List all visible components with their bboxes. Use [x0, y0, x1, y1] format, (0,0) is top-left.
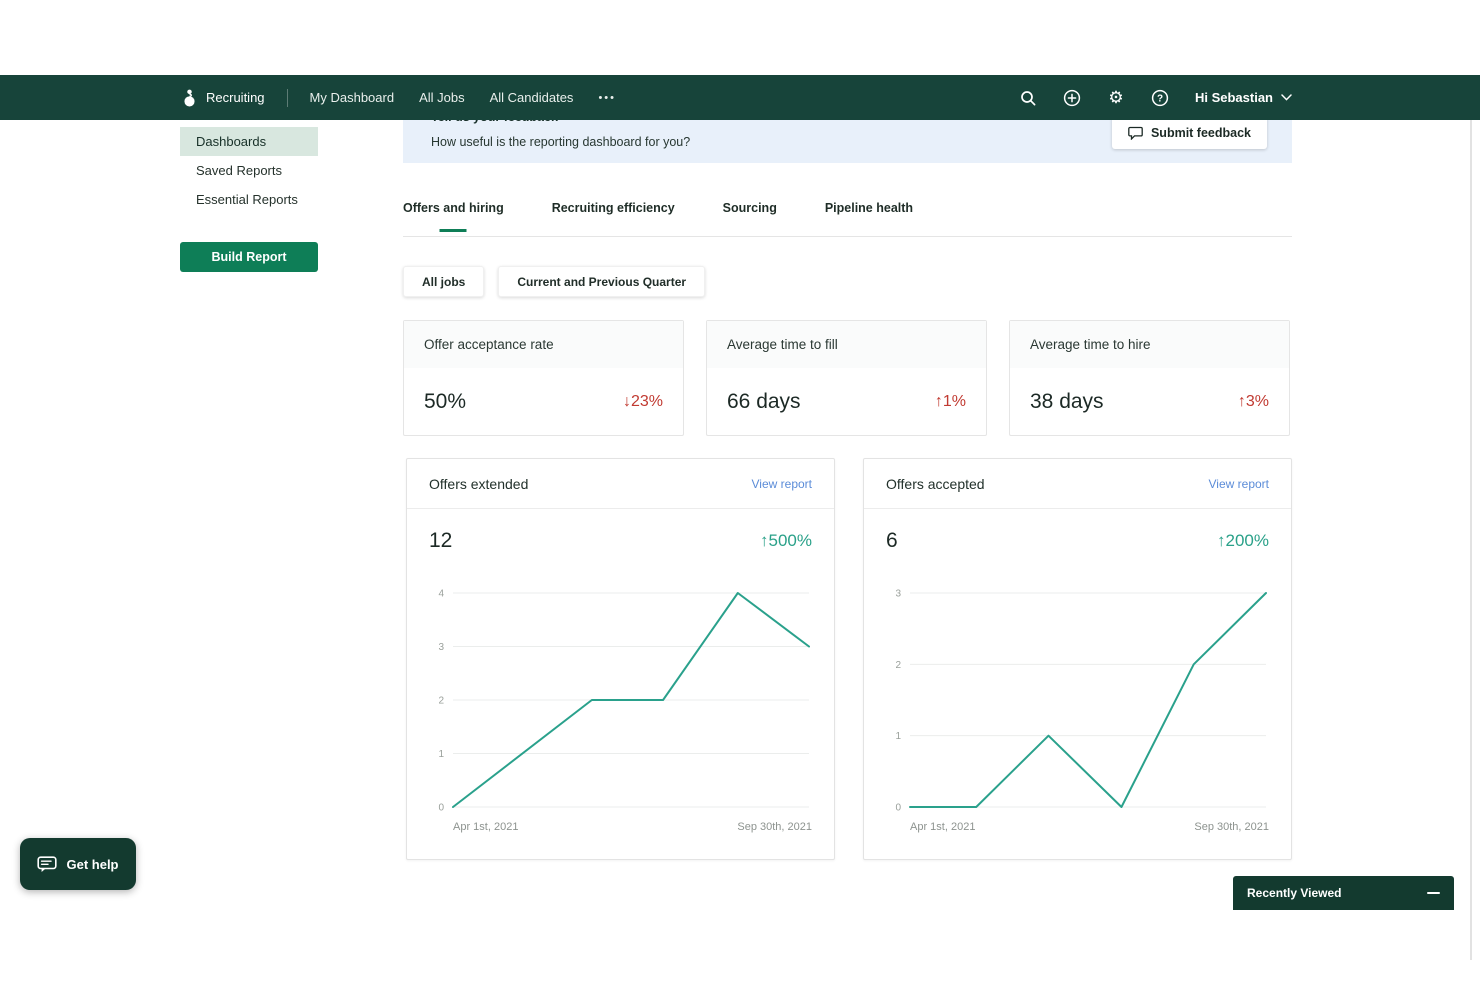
svg-text:1: 1	[895, 731, 901, 742]
feedback-bubble-icon	[1128, 126, 1143, 140]
brand-home-link[interactable]: Recruiting	[182, 88, 265, 108]
svg-text:4: 4	[438, 589, 444, 600]
tab-sourcing[interactable]: Sourcing	[723, 201, 777, 215]
svg-text:1: 1	[438, 749, 444, 760]
sidebar: Dashboards Saved Reports Essential Repor…	[180, 127, 318, 214]
metric-delta: ↑3%	[1237, 392, 1269, 410]
chat-bubble-icon	[37, 855, 58, 872]
recently-viewed-label: Recently Viewed	[1247, 886, 1342, 900]
view-report-link[interactable]: View report	[1209, 477, 1269, 491]
sidebar-item-dashboards[interactable]: Dashboards	[180, 127, 318, 156]
svg-text:2: 2	[438, 696, 444, 707]
brand-label: Recruiting	[206, 90, 265, 105]
sidebar-item-label: Essential Reports	[196, 192, 298, 207]
metric-title: Offer acceptance rate	[404, 321, 683, 368]
chart-title: Offers extended	[429, 475, 529, 492]
svg-text:0: 0	[438, 803, 444, 814]
offers-accepted-line-chart: 0 1 2 3	[895, 589, 1267, 814]
chart-delta: ↑200%	[1217, 531, 1269, 550]
sidebar-item-essential-reports[interactable]: Essential Reports	[180, 185, 318, 214]
metric-value: 50%	[424, 389, 467, 413]
build-report-button[interactable]: Build Report	[180, 242, 318, 272]
tab-recruiting-efficiency[interactable]: Recruiting efficiency	[552, 201, 675, 215]
chart-card-offers-extended: Offers extended View report 12 ↑500% 012…	[406, 458, 835, 860]
chart-current-value: 6	[886, 529, 898, 552]
nav-divider	[286, 88, 288, 107]
report-tabs: Offers and hiring Recruiting efficiency …	[403, 201, 913, 215]
svg-text:2: 2	[895, 660, 901, 671]
offers-extended-line-chart: 0 1 2 3 4	[438, 589, 810, 814]
svg-text:0: 0	[895, 803, 901, 814]
x-axis-start-label: Apr 1st, 2021	[453, 821, 519, 833]
sidebar-item-label: Saved Reports	[196, 163, 282, 178]
get-help-button[interactable]: Get help	[20, 838, 136, 890]
nav-item-all-candidates[interactable]: All Candidates	[490, 90, 574, 105]
nav-links: My Dashboard All Jobs All Candidates •••	[310, 90, 616, 105]
svg-text:?: ?	[1157, 93, 1163, 104]
top-nav: Recruiting My Dashboard All Jobs All Can…	[0, 75, 1480, 120]
svg-text:3: 3	[895, 589, 901, 600]
metric-card-offer-acceptance-rate: Offer acceptance rate 50% ↓23%	[403, 320, 684, 436]
metric-value: 38 days	[1030, 389, 1104, 413]
get-help-label: Get help	[66, 856, 119, 872]
tab-pipeline-health[interactable]: Pipeline health	[825, 201, 913, 215]
chart-card-offers-accepted: Offers accepted View report 6 ↑200% 0 1 2 3…	[863, 458, 1292, 860]
metric-delta: ↑1%	[934, 392, 966, 410]
recently-viewed-bar[interactable]: Recently Viewed	[1233, 876, 1454, 910]
user-menu[interactable]: Hi Sebastian	[1195, 90, 1292, 105]
search-icon[interactable]	[1019, 89, 1037, 107]
greenhouse-reporting-dashboard: Tell us your feedback How useful is the …	[0, 0, 1480, 987]
metric-delta: ↓23%	[622, 392, 663, 410]
settings-gear-icon[interactable]: ⚙	[1107, 89, 1125, 107]
nav-item-my-dashboard[interactable]: My Dashboard	[310, 90, 395, 105]
metric-card-average-time-to-fill: Average time to fill 66 days ↑1%	[706, 320, 987, 436]
jobs-filter-chip[interactable]: All jobs	[403, 266, 485, 297]
x-axis-start-label: Apr 1st, 2021	[910, 821, 976, 833]
greenhouse-logo-icon	[184, 89, 195, 106]
metric-value: 66 days	[727, 389, 801, 413]
submit-feedback-button[interactable]: Submit feedback	[1111, 116, 1267, 149]
chart-cards: Offers extended View report 12 ↑500% 012…	[406, 458, 1292, 860]
metric-title: Average time to hire	[1010, 321, 1289, 368]
filter-chips: All jobs Current and Previous Quarter	[403, 266, 706, 297]
x-axis-end-label: Sep 30th, 2021	[737, 821, 812, 833]
tab-offers-and-hiring[interactable]: Offers and hiring	[403, 201, 504, 215]
metric-title: Average time to fill	[707, 321, 986, 368]
submit-feedback-label: Submit feedback	[1150, 125, 1251, 140]
nav-item-all-jobs[interactable]: All Jobs	[419, 90, 465, 105]
user-greeting: Hi Sebastian	[1194, 90, 1273, 105]
view-report-link[interactable]: View report	[752, 477, 812, 491]
metric-card-average-time-to-hire: Average time to hire 38 days ↑3%	[1009, 320, 1290, 436]
nav-more-menu-icon[interactable]: •••	[598, 92, 616, 104]
chart-current-value: 12	[429, 529, 453, 552]
nav-left: Recruiting My Dashboard All Jobs All Can…	[182, 88, 616, 108]
minimize-icon[interactable]	[1427, 892, 1440, 894]
x-axis-end-label: Sep 30th, 2021	[1194, 821, 1269, 833]
scrollbar[interactable]	[1470, 75, 1472, 960]
help-icon[interactable]: ?	[1151, 89, 1169, 107]
add-icon[interactable]	[1063, 89, 1081, 107]
sidebar-item-saved-reports[interactable]: Saved Reports	[180, 156, 318, 185]
svg-text:3: 3	[438, 642, 444, 653]
chart-title: Offers accepted	[886, 475, 985, 492]
feedback-banner-question: How useful is the reporting dashboard fo…	[431, 135, 691, 149]
sidebar-item-label: Dashboards	[196, 134, 267, 149]
nav-right: ⚙ ? Hi Sebastian	[1019, 89, 1292, 107]
chart-delta: ↑500%	[760, 531, 812, 550]
chevron-down-icon	[1281, 94, 1292, 101]
period-filter-chip[interactable]: Current and Previous Quarter	[498, 266, 706, 297]
metric-cards: Offer acceptance rate 50% ↓23% Average t…	[403, 320, 1290, 436]
tabs-divider	[403, 236, 1292, 237]
